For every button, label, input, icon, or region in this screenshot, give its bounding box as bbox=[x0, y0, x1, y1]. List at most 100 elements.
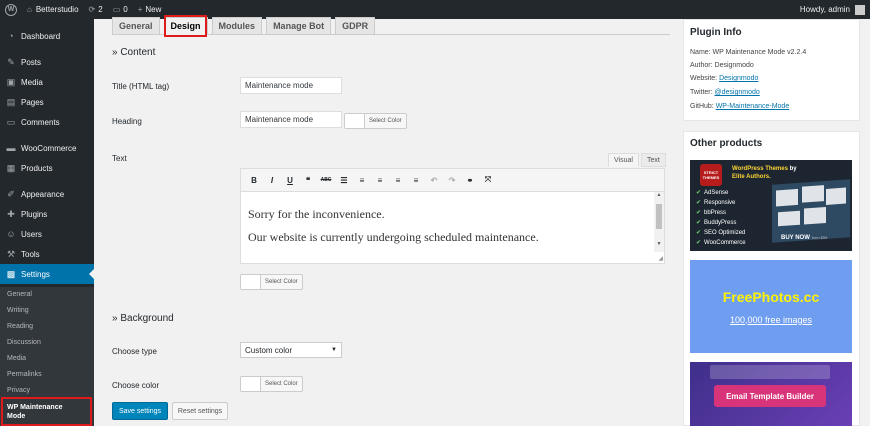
underline-icon[interactable]: U bbox=[283, 173, 297, 187]
sidebar-item-plugins[interactable]: ✚ Plugins bbox=[0, 204, 94, 224]
freephotos-subtitle: 100,000 free images bbox=[729, 314, 813, 325]
select-value: Custom color bbox=[245, 345, 293, 355]
fullscreen-icon[interactable]: ⤧ bbox=[481, 173, 495, 187]
twitter-prefix: Twitter: bbox=[690, 89, 715, 96]
numbered-list-icon[interactable]: ≡ bbox=[355, 173, 369, 187]
submenu-item-general[interactable]: General bbox=[7, 291, 32, 298]
account-menu[interactable]: Howdy, admin bbox=[795, 0, 870, 19]
editor-tab-text[interactable]: Text bbox=[640, 153, 666, 167]
reset-settings-button[interactable]: Reset settings bbox=[172, 402, 228, 420]
sidebar-item-products[interactable]: ▦ Products bbox=[0, 158, 94, 178]
sidebar-item-users[interactable]: ☺ Users bbox=[0, 224, 94, 244]
sidebar-item-comments[interactable]: ▭ Comments bbox=[0, 112, 94, 132]
check-icon: ✔ bbox=[696, 230, 702, 236]
plus-icon: + bbox=[137, 5, 143, 14]
highlight-box-design-tab bbox=[164, 15, 207, 37]
wp-logo-menu[interactable]: W bbox=[0, 0, 22, 19]
editor-toolbar: B I U ❝ ABC ☰ ≡ ≡ ≡ ≡ ↶ ↷ ⚭ ⤧ bbox=[240, 168, 665, 192]
sidebar-item-settings[interactable]: ▩ Settings bbox=[0, 264, 94, 284]
dashboard-icon: ◔ bbox=[8, 31, 14, 41]
choose-type-select[interactable]: Custom color ▼ bbox=[240, 342, 342, 358]
buy-now-cta[interactable]: BUY NOW from $59 bbox=[781, 235, 827, 241]
comment-bubble-icon: ▭ bbox=[112, 5, 121, 14]
resize-handle-icon[interactable]: ◢ bbox=[658, 255, 663, 262]
sidebar-item-label: Pages bbox=[21, 97, 44, 107]
color-swatch bbox=[241, 377, 261, 391]
tab-gdpr[interactable]: GDPR bbox=[335, 17, 376, 35]
tab-general[interactable]: General bbox=[112, 17, 160, 35]
check-icon: ✔ bbox=[696, 190, 702, 196]
scroll-down-icon[interactable]: ▼ bbox=[656, 242, 662, 247]
sidebar-item-pages[interactable]: ▤ Pages bbox=[0, 92, 94, 112]
scroll-up-icon[interactable]: ▲ bbox=[656, 193, 662, 198]
bold-icon[interactable]: B bbox=[247, 173, 261, 187]
strikethrough-icon[interactable]: ABC bbox=[319, 173, 333, 187]
feature-item: ✔ AdSense bbox=[696, 190, 729, 196]
email-template-banner[interactable]: Email Template Builder bbox=[690, 362, 852, 426]
submenu-item-discussion[interactable]: Discussion bbox=[7, 339, 41, 346]
editor-paragraph: Our website is currently undergoing sche… bbox=[248, 230, 539, 244]
bullet-list-icon[interactable]: ☰ bbox=[337, 173, 351, 187]
sidebar-item-label: Tools bbox=[21, 249, 40, 259]
italic-icon[interactable]: I bbox=[265, 173, 279, 187]
sidebar-item-dashboard[interactable]: ◔ Dashboard bbox=[0, 26, 94, 46]
scroll-thumb[interactable] bbox=[656, 204, 662, 229]
redo-icon[interactable]: ↷ bbox=[445, 173, 459, 187]
website-prefix: Website: bbox=[690, 75, 720, 82]
title-input[interactable]: Maintenance mode bbox=[240, 77, 342, 94]
twitter-link[interactable]: @designmodo bbox=[715, 89, 760, 96]
text-color-picker[interactable]: Select Color bbox=[240, 274, 303, 290]
select-color-label: Select Color bbox=[265, 381, 298, 387]
editor-mode-tabs: Visual Text bbox=[606, 153, 666, 167]
email-template-builder-button[interactable]: Email Template Builder bbox=[714, 385, 826, 407]
site-name-link[interactable]: ⌂ Betterstudio bbox=[22, 0, 84, 19]
sidebar-item-appearance[interactable]: ✐ Appearance bbox=[0, 184, 94, 204]
save-settings-button[interactable]: Save settings bbox=[112, 402, 168, 420]
submenu-item-media[interactable]: Media bbox=[7, 355, 26, 362]
tab-modules[interactable]: Modules bbox=[211, 17, 263, 35]
align-center-icon[interactable]: ≡ bbox=[391, 173, 405, 187]
link-icon[interactable]: ⚭ bbox=[463, 173, 477, 187]
plugin-icon: ✚ bbox=[7, 208, 15, 219]
undo-icon[interactable]: ↶ bbox=[427, 173, 441, 187]
sidebar-item-posts[interactable]: ✎ Posts bbox=[0, 52, 94, 72]
editor-tab-visual[interactable]: Visual bbox=[608, 153, 639, 167]
align-left-icon[interactable]: ≡ bbox=[373, 173, 387, 187]
heading-input[interactable]: Maintenance mode bbox=[240, 111, 342, 128]
submenu-item-writing[interactable]: Writing bbox=[7, 307, 29, 314]
editor-scrollbar[interactable]: ▲ ▼ bbox=[654, 192, 664, 252]
text-label: Text bbox=[112, 154, 127, 163]
heading-color-picker[interactable]: Select Color bbox=[344, 113, 407, 129]
editor-content[interactable]: Sorry for the inconvenience. Our website… bbox=[240, 192, 665, 264]
admin-sidebar: ◔ Dashboard ✎ Posts ▣ Media ▤ Pages ▭ Comment… bbox=[0, 19, 94, 426]
align-right-icon[interactable]: ≡ bbox=[409, 173, 423, 187]
comment-icon: ▭ bbox=[6, 116, 16, 127]
sidebar-item-woocommerce[interactable]: ▬ WooCommerce bbox=[0, 138, 94, 158]
strictthemes-banner[interactable]: STRICT THEMES WordPress Themes by Elite A… bbox=[690, 160, 852, 251]
banner-decoration bbox=[710, 365, 830, 379]
updates-link[interactable]: ⟳ 2 bbox=[84, 0, 108, 19]
howdy-text: Howdy, admin bbox=[799, 5, 850, 14]
plugin-info-title: Plugin Info bbox=[690, 27, 742, 38]
github-link[interactable]: WP-Maintenance-Mode bbox=[716, 103, 790, 110]
submenu-item-permalinks[interactable]: Permalinks bbox=[7, 371, 42, 378]
background-color-picker[interactable]: Select Color bbox=[240, 376, 303, 392]
feature-item: ✔ Responsive bbox=[696, 200, 736, 206]
submenu-item-reading[interactable]: Reading bbox=[7, 323, 33, 330]
pin-icon: ✎ bbox=[7, 56, 15, 67]
wordpress-icon: W bbox=[5, 3, 17, 16]
sidebar-item-tools[interactable]: ⚒ Tools bbox=[0, 244, 94, 264]
select-color-label: Select Color bbox=[265, 279, 298, 285]
section-title-background: » Background bbox=[112, 313, 174, 324]
tab-manage-bot[interactable]: Manage Bot bbox=[266, 17, 332, 35]
blockquote-icon[interactable]: ❝ bbox=[301, 173, 315, 187]
submenu-item-privacy[interactable]: Privacy bbox=[7, 387, 30, 394]
pages-icon: ▤ bbox=[6, 96, 16, 107]
choose-type-label: Choose type bbox=[112, 347, 157, 356]
sidebar-item-media[interactable]: ▣ Media bbox=[0, 72, 94, 92]
products-icon: ▦ bbox=[6, 162, 16, 173]
freephotos-banner[interactable]: FreePhotos.cc 100,000 free images bbox=[690, 260, 852, 353]
website-link[interactable]: Designmodo bbox=[719, 75, 758, 82]
updates-icon: ⟳ bbox=[88, 5, 96, 14]
home-icon: ⌂ bbox=[27, 5, 32, 14]
